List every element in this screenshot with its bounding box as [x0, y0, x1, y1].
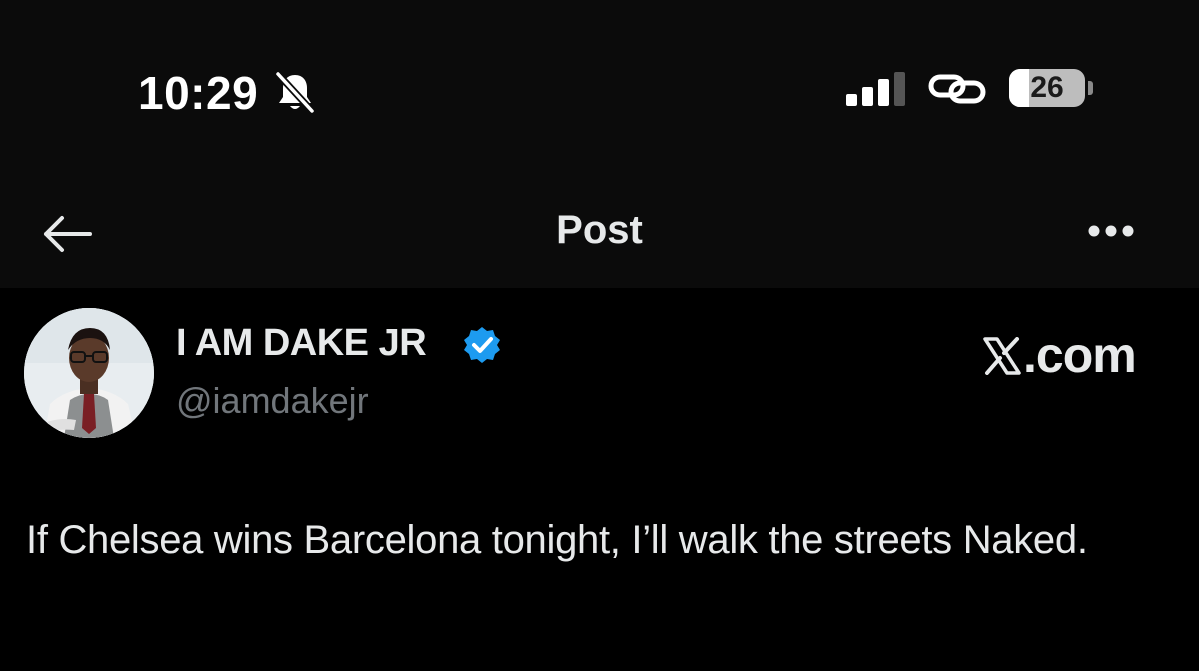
- status-time: 10:29: [138, 67, 259, 119]
- battery-level: 26: [1030, 71, 1064, 104]
- post-text: If Chelsea wins Barcelona tonight, I’ll …: [26, 518, 1088, 562]
- battery-icon: 26: [1009, 69, 1093, 109]
- battery-body: 26: [1009, 69, 1085, 107]
- verified-badge-icon: [464, 327, 500, 363]
- top-nav-bar: Post: [0, 180, 1199, 288]
- status-bar: 10:29 26: [0, 0, 1199, 180]
- page-title: Post: [556, 208, 643, 252]
- source-watermark: .com: [983, 326, 1137, 384]
- author-display-name[interactable]: I AM DAKE JR: [176, 322, 427, 365]
- cellular-signal-icon: [846, 72, 905, 106]
- battery-tip: [1088, 81, 1093, 95]
- avatar-photo: [24, 308, 154, 438]
- bell-slash-icon: [275, 71, 315, 114]
- more-horizontal-icon[interactable]: [1084, 216, 1142, 246]
- x-logo-icon: [983, 337, 1021, 375]
- source-watermark-label: .com: [1023, 327, 1137, 383]
- author-handle[interactable]: @iamdakejr: [176, 380, 369, 422]
- avatar[interactable]: [24, 308, 154, 438]
- link-icon: [928, 74, 986, 104]
